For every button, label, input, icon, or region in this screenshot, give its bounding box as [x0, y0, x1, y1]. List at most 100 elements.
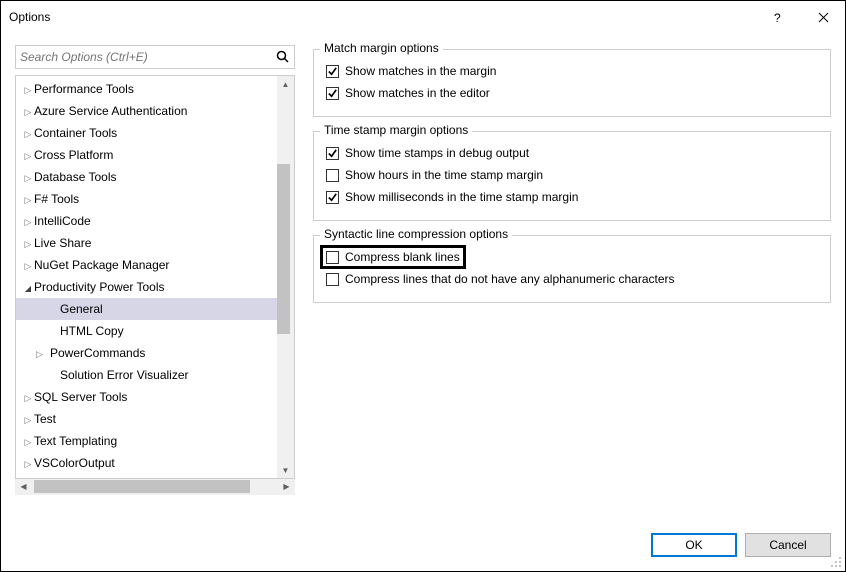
caret-right-icon[interactable] — [22, 82, 34, 96]
caret-right-icon[interactable] — [22, 346, 36, 360]
scroll-up-icon[interactable]: ▲ — [282, 76, 290, 92]
tree-item-label: Live Share — [34, 236, 91, 250]
checkbox-option[interactable]: Compress blank lines — [326, 250, 460, 264]
tree-item[interactable]: PowerCommands — [16, 342, 277, 364]
help-button[interactable]: ? — [757, 1, 801, 33]
tree-item-label: VSColorOutput — [34, 456, 115, 470]
caret-right-icon[interactable] — [22, 170, 34, 184]
scroll-left-icon[interactable]: ◀ — [15, 482, 32, 491]
checkbox-option[interactable]: Show hours in the time stamp margin — [326, 168, 543, 182]
caret-down-icon[interactable] — [22, 280, 34, 294]
checkbox-label: Show matches in the margin — [345, 64, 496, 78]
checkbox-option[interactable]: Show time stamps in debug output — [326, 146, 529, 160]
tree-item[interactable]: IntelliCode — [16, 210, 277, 232]
horizontal-scroll-thumb[interactable] — [34, 480, 250, 493]
resize-grip[interactable] — [829, 555, 843, 569]
checkbox[interactable] — [326, 273, 339, 286]
vertical-scroll-thumb[interactable] — [277, 164, 290, 334]
cancel-button[interactable]: Cancel — [745, 533, 831, 557]
tree-item-label: Solution Error Visualizer — [36, 368, 189, 382]
tree-item[interactable]: General — [16, 298, 277, 320]
tree-item[interactable]: Cross Platform — [16, 144, 277, 166]
tree-item[interactable]: Live Share — [16, 232, 277, 254]
search-input[interactable] — [20, 50, 274, 64]
caret-right-icon[interactable] — [22, 104, 34, 118]
svg-text:?: ? — [774, 11, 781, 25]
tree-item-label: Cross Platform — [34, 148, 113, 162]
tree-item[interactable]: NuGet Package Manager — [16, 254, 277, 276]
options-tree: Performance Tools Azure Service Authenti… — [15, 75, 295, 479]
checkbox[interactable] — [326, 147, 339, 160]
window-title: Options — [9, 10, 757, 24]
ok-button[interactable]: OK — [651, 533, 737, 557]
caret-right-icon[interactable] — [22, 390, 34, 404]
tree-item[interactable]: F# Tools — [16, 188, 277, 210]
caret-right-icon[interactable] — [22, 148, 34, 162]
search-field[interactable] — [15, 45, 295, 69]
caret-right-icon[interactable] — [22, 236, 34, 250]
checkbox-label: Compress blank lines — [345, 250, 460, 264]
dialog-buttons: OK Cancel — [651, 533, 831, 557]
search-icon[interactable] — [276, 50, 290, 67]
group-title: Syntactic line compression options — [320, 227, 512, 241]
tree-item[interactable]: Text Templating — [16, 430, 277, 452]
tree-item-label: NuGet Package Manager — [34, 258, 169, 272]
help-icon: ? — [773, 9, 785, 25]
tree-item-label: Azure Service Authentication — [34, 104, 187, 118]
checkbox-label: Compress lines that do not have any alph… — [345, 272, 675, 286]
match-margin-group: Match margin options Show matches in the… — [313, 49, 831, 117]
tree-item[interactable]: Azure Service Authentication — [16, 100, 277, 122]
tree-item-label: General — [36, 302, 103, 316]
tree-item[interactable]: Productivity Power Tools — [16, 276, 277, 298]
tree-item-label: Container Tools — [34, 126, 117, 140]
scroll-right-icon[interactable]: ▶ — [278, 482, 295, 491]
tree-item[interactable]: SQL Server Tools — [16, 386, 277, 408]
tree-item[interactable]: Database Tools — [16, 166, 277, 188]
tree-item-label: HTML Copy — [36, 324, 124, 338]
checkbox-label: Show hours in the time stamp margin — [345, 168, 543, 182]
checkbox-label: Show time stamps in debug output — [345, 146, 529, 160]
tree-item-label: PowerCommands — [36, 346, 145, 360]
caret-right-icon[interactable] — [22, 456, 34, 470]
checkbox-row: Show matches in the margin — [326, 60, 818, 82]
scroll-down-icon[interactable]: ▼ — [282, 462, 290, 478]
tree-item-label: Database Tools — [34, 170, 117, 184]
vertical-scrollbar[interactable]: ▲ ▼ — [277, 76, 294, 478]
tree-item[interactable]: Test — [16, 408, 277, 430]
tree-item-label: Text Templating — [34, 434, 117, 448]
tree-item[interactable]: HTML Copy — [16, 320, 277, 342]
caret-right-icon[interactable] — [22, 214, 34, 228]
checkbox-row: Show time stamps in debug output — [326, 142, 818, 164]
caret-right-icon[interactable] — [22, 192, 34, 206]
tree-item-label: F# Tools — [34, 192, 79, 206]
close-button[interactable] — [801, 1, 845, 33]
checkbox[interactable] — [326, 65, 339, 78]
checkbox[interactable] — [326, 169, 339, 182]
tree-item[interactable]: Performance Tools — [16, 78, 277, 100]
caret-right-icon[interactable] — [22, 434, 34, 448]
checkbox-row: Show milliseconds in the time stamp marg… — [326, 186, 818, 208]
settings-panel: Match margin options Show matches in the… — [313, 45, 831, 495]
checkbox-label: Show matches in the editor — [345, 86, 490, 100]
caret-right-icon[interactable] — [22, 258, 34, 272]
tree-item-label: SQL Server Tools — [34, 390, 127, 404]
tree-item[interactable]: VSColorOutput — [16, 452, 277, 474]
tree-item[interactable]: Solution Error Visualizer — [16, 364, 277, 386]
tree-item-label: Performance Tools — [34, 82, 134, 96]
checkbox-option[interactable]: Compress lines that do not have any alph… — [326, 272, 675, 286]
horizontal-scrollbar[interactable]: ◀ ▶ — [15, 478, 295, 495]
caret-right-icon[interactable] — [22, 412, 34, 426]
checkbox-option[interactable]: Show matches in the margin — [326, 64, 496, 78]
group-title: Match margin options — [320, 41, 443, 55]
close-icon — [818, 12, 829, 23]
checkbox[interactable] — [326, 191, 339, 204]
checkbox-option[interactable]: Show matches in the editor — [326, 86, 490, 100]
caret-right-icon[interactable] — [22, 126, 34, 140]
checkbox-option[interactable]: Show milliseconds in the time stamp marg… — [326, 190, 578, 204]
tree-item-label: Test — [34, 412, 56, 426]
checkbox-label: Show milliseconds in the time stamp marg… — [345, 190, 578, 204]
checkbox[interactable] — [326, 87, 339, 100]
tree-item[interactable]: Container Tools — [16, 122, 277, 144]
tree-item-label: Productivity Power Tools — [34, 280, 165, 294]
checkbox[interactable] — [326, 251, 339, 264]
